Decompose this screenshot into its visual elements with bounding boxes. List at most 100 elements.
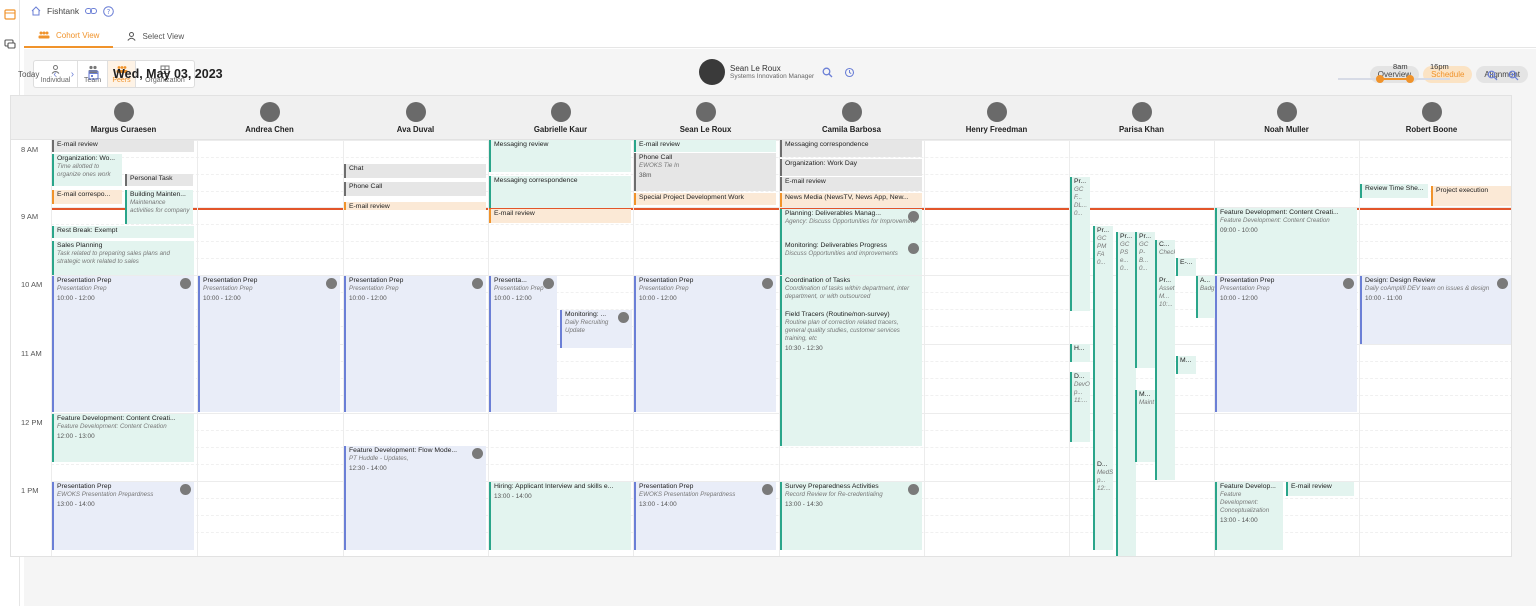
- event-card[interactable]: Coordination of Tasks Coordination of tas…: [780, 276, 922, 310]
- event-card[interactable]: D... MedS p... 12:...: [1093, 460, 1113, 528]
- time-label: 12 PM: [21, 418, 43, 427]
- event-card[interactable]: A... Badg: [1196, 276, 1216, 318]
- event-desc: MedS p... 12:...: [1097, 469, 1113, 492]
- search-icon[interactable]: [822, 67, 833, 78]
- event-card[interactable]: Planning: Deliverables Manag... Agency: D…: [780, 209, 922, 241]
- event-card[interactable]: E-...: [1176, 258, 1196, 276]
- column-header[interactable]: Gabrielle Kaur: [488, 96, 633, 140]
- event-card[interactable]: Pr... GC P- B... 0...: [1135, 232, 1155, 368]
- event-card[interactable]: D... DevO p... 11:...: [1070, 372, 1090, 442]
- event-card[interactable]: Feature Development: Flow Mode... PT Hudd…: [344, 446, 486, 550]
- event-card[interactable]: Phone Call EWOKS Tie In 38m: [634, 153, 776, 191]
- column-header[interactable]: Sean Le Roux: [633, 96, 778, 140]
- event-card[interactable]: E-mail review: [1286, 482, 1354, 496]
- column-header[interactable]: Parisa Khan: [1069, 96, 1214, 140]
- event-card[interactable]: Pr... GC PS e... 0...: [1116, 232, 1136, 556]
- event-card[interactable]: Design: Design Review Daily coAmplifi DEV…: [1360, 276, 1511, 344]
- next-day-icon[interactable]: ›: [71, 69, 74, 80]
- event-card[interactable]: Presenta... Presentation Prep 10:00 - 12:0…: [489, 276, 557, 412]
- zoom-in-icon[interactable]: [1508, 70, 1519, 81]
- event-card[interactable]: Feature Develop... Feature Development: C…: [1215, 482, 1283, 550]
- column-header[interactable]: Robert Boone: [1359, 96, 1504, 140]
- event-time: 13:00 - 14:00: [1220, 516, 1258, 524]
- event-card[interactable]: E-mail review: [489, 209, 631, 223]
- quarter-line: [51, 191, 1511, 192]
- calendar-icon[interactable]: [4, 8, 16, 20]
- event-card[interactable]: Pr... Asset M... 10:...: [1155, 276, 1175, 412]
- today-button[interactable]: Today: [18, 70, 39, 79]
- event-card[interactable]: Feature Development: Content Creati... Fe…: [52, 414, 194, 462]
- event-card[interactable]: Personal Task: [125, 174, 193, 186]
- event-card[interactable]: Messaging review: [489, 140, 631, 172]
- event-title: Feature Development: Flow Mode...: [349, 447, 458, 454]
- event-desc: Presentation Prep: [639, 285, 689, 293]
- column-header[interactable]: Henry Freedman: [924, 96, 1069, 140]
- event-card[interactable]: E-mail review: [52, 140, 194, 152]
- tab-cohort-view[interactable]: Cohort View: [24, 24, 114, 48]
- event-card[interactable]: Survey Preparedness Activities Record Rev…: [780, 482, 922, 550]
- event-title: E-mail review: [785, 178, 826, 185]
- event-card[interactable]: Project execution: [1431, 186, 1511, 206]
- event-card[interactable]: Pr... GC F... DL... 0...: [1070, 177, 1090, 311]
- event-card[interactable]: Phone Call: [344, 182, 486, 196]
- link-icon[interactable]: [85, 7, 98, 15]
- tab-select-view[interactable]: Select View: [113, 24, 198, 48]
- current-user-card[interactable]: Sean Le Roux Systems Innovation Manager: [699, 58, 855, 86]
- calendar-icon[interactable]: [88, 69, 99, 80]
- event-card[interactable]: Presentation Prep Presentation Prep 10:00 …: [634, 276, 776, 412]
- event-title: Special Project Development Work: [639, 194, 744, 201]
- event-card[interactable]: H...: [1070, 344, 1090, 362]
- event-desc: Presentation Prep: [203, 285, 253, 293]
- event-card[interactable]: News Media (NewsTV, News App, New...: [780, 193, 922, 207]
- event-card[interactable]: Feature Development: Content Creati... Fe…: [1215, 208, 1357, 274]
- event-title: Sales Planning: [57, 242, 103, 249]
- event-card[interactable]: E-mail review: [634, 140, 776, 152]
- event-card[interactable]: Presentation Prep EWOKS Presentation Prep…: [52, 482, 194, 550]
- column-header[interactable]: Camila Barbosa: [779, 96, 924, 140]
- event-card[interactable]: Chat: [344, 164, 486, 178]
- history-icon[interactable]: [844, 67, 855, 78]
- event-card[interactable]: M... Maint: [1135, 390, 1155, 462]
- event-card[interactable]: Messaging correspondence: [489, 176, 631, 208]
- event-card[interactable]: Review Time She...: [1360, 184, 1428, 198]
- event-desc: Routine plan of correction related trace…: [785, 319, 900, 342]
- mode-alignment[interactable]: Alignment: [1476, 66, 1528, 83]
- chat-icon[interactable]: [4, 38, 16, 50]
- zoom-out-icon[interactable]: [1487, 70, 1498, 81]
- avatar: [259, 102, 280, 122]
- event-card[interactable]: Building Mainten... Maintenance activitie…: [125, 190, 193, 224]
- event-card[interactable]: Organization: Work Day: [780, 159, 922, 176]
- event-card[interactable]: Special Project Development Work: [634, 193, 776, 205]
- prev-day-icon[interactable]: ‹: [53, 69, 56, 80]
- home-icon[interactable]: [31, 6, 41, 16]
- event-card[interactable]: Field Tracers (Routine/non-survey) Routin…: [780, 310, 922, 446]
- column-header[interactable]: Noah Muller: [1214, 96, 1359, 140]
- event-card[interactable]: E-mail review: [780, 177, 922, 191]
- event-card[interactable]: Rest Break: Exempt: [52, 226, 194, 238]
- event-card[interactable]: Presentation Prep Presentation Prep 10:00 …: [344, 276, 486, 412]
- event-card[interactable]: E-mail review: [344, 202, 486, 210]
- event-card[interactable]: Monitoring: Deliverables Progress Discuss…: [780, 241, 922, 275]
- quarter-line: [51, 464, 1511, 465]
- event-card[interactable]: M...: [1176, 356, 1196, 374]
- slider-start-handle[interactable]: [1376, 75, 1384, 83]
- column-header[interactable]: Ava Duval: [343, 96, 488, 140]
- help-icon[interactable]: ?: [103, 5, 114, 17]
- column-header[interactable]: Andrea Chen: [197, 96, 342, 140]
- column-name: Parisa Khan: [1118, 125, 1165, 134]
- event-card[interactable]: Hiring: Applicant Interview and skills e…: [489, 482, 631, 550]
- event-card[interactable]: Monitoring: ... Daily Recruiting Update: [560, 310, 632, 348]
- event-card[interactable]: Messaging correspondence: [780, 140, 922, 157]
- avatar: [1131, 102, 1152, 122]
- event-card[interactable]: Presentation Prep Presentation Prep 10:00 …: [198, 276, 340, 412]
- event-card[interactable]: Presentation Prep Presentation Prep 10:00 …: [1215, 276, 1357, 412]
- column-header[interactable]: Margus Curaesen: [51, 96, 196, 140]
- event-card[interactable]: E-mail correspo...: [52, 190, 122, 204]
- event-title: E-mail review: [1291, 483, 1332, 490]
- time-range-slider[interactable]: 8am 16pm: [1338, 57, 1452, 87]
- event-card[interactable]: Presentation Prep EWOKS Presentation Prep…: [634, 482, 776, 550]
- slider-end-handle[interactable]: [1405, 75, 1414, 83]
- event-card[interactable]: Organization: Wo... Time allotted to orga…: [52, 154, 122, 186]
- event-card[interactable]: Sales Planning Task related to preparing …: [52, 241, 194, 275]
- event-card[interactable]: Presentation Prep Presentation Prep 10:00 …: [52, 276, 194, 412]
